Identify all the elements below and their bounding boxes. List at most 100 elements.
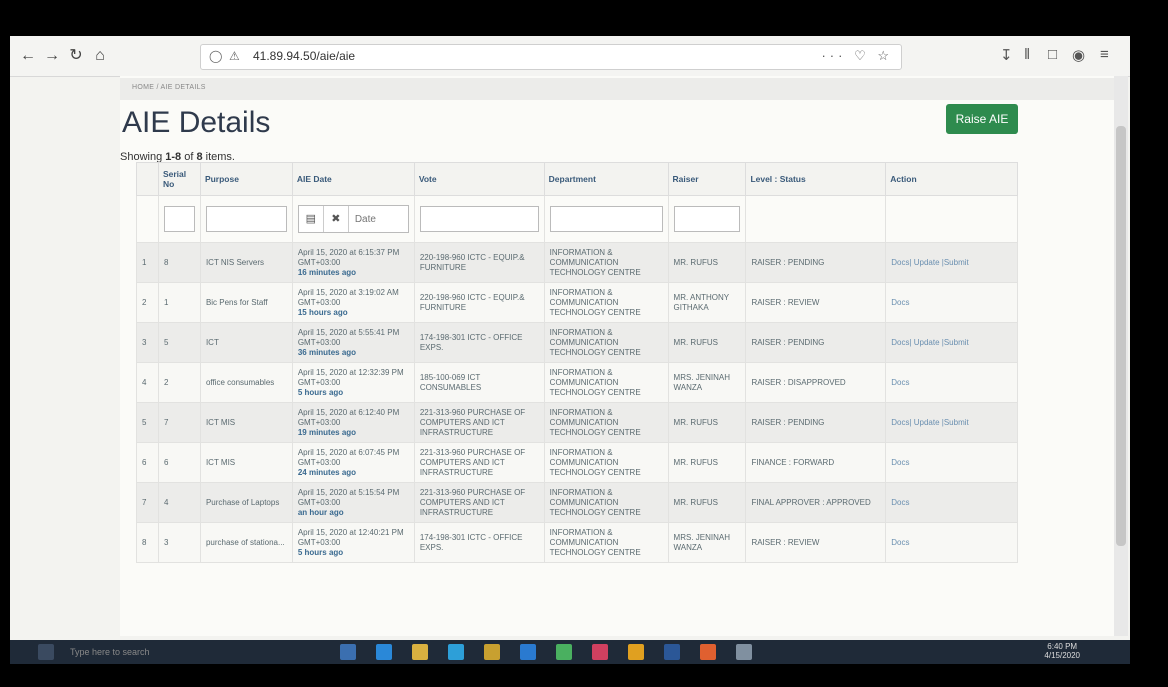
windows-start-icon[interactable] — [38, 644, 54, 660]
account-icon[interactable]: ◉ — [1072, 46, 1085, 64]
table-row: 2 1 Bic Pens for Staff April 15, 2020 at… — [136, 282, 1018, 323]
col-header-date[interactable]: AIE Date — [291, 162, 415, 196]
url-text[interactable]: 41.89.94.50/aie/aie — [253, 49, 355, 63]
status-cell: RAISER : REVIEW — [745, 282, 887, 323]
calendar-icon[interactable]: ▤ — [299, 206, 324, 232]
aie-table: Serial No Purpose AIE Date Vote Departme… — [136, 162, 1018, 563]
clear-icon[interactable]: ✖ — [324, 206, 349, 232]
menu-icon[interactable]: ≡ — [1100, 46, 1109, 63]
action-links[interactable]: Docs| Update |Submit — [885, 322, 1018, 363]
app-icon[interactable] — [592, 644, 608, 660]
vertical-scrollbar[interactable] — [1114, 76, 1128, 636]
header-row: Serial No Purpose AIE Date Vote Departme… — [136, 162, 1018, 196]
status-cell: RAISER : PENDING — [745, 322, 887, 363]
action-links[interactable]: Docs| Update |Submit — [885, 242, 1018, 283]
relative-time: an hour ago — [297, 507, 344, 517]
forward-icon[interactable]: → — [40, 44, 64, 68]
department-cell: INFORMATION & COMMUNICATION TECHNOLOGY C… — [543, 362, 669, 403]
date-cell: April 15, 2020 at 5:55:41 PM GMT+03:00 36… — [291, 322, 415, 363]
vote-cell: 221-313-960 PURCHASE OF COMPUTERS AND IC… — [413, 482, 545, 523]
serial-cell: 7 — [157, 402, 201, 443]
row-index: 1 — [136, 242, 159, 283]
col-header-raiser[interactable]: Raiser — [667, 162, 747, 196]
date-filter: ▤ ✖ — [297, 205, 409, 233]
filter-cell-empty — [745, 195, 887, 243]
filter-cell-empty — [885, 195, 1018, 243]
action-links[interactable]: Docs — [885, 522, 1018, 563]
vscode-icon[interactable] — [520, 644, 536, 660]
department-cell: INFORMATION & COMMUNICATION TECHNOLOGY C… — [543, 442, 669, 483]
action-links[interactable]: Docs — [885, 442, 1018, 483]
col-header-status[interactable]: Level : Status — [745, 162, 887, 196]
scrollbar-thumb[interactable] — [1116, 126, 1126, 546]
page-content: HOME / AIE DETAILS AIE Details Raise AIE… — [120, 76, 1120, 636]
breadcrumb[interactable]: HOME / AIE DETAILS — [132, 84, 206, 91]
purpose-cell: purchase of stationa... — [199, 522, 293, 563]
breadcrumb-bar: HOME / AIE DETAILS — [120, 78, 1120, 100]
taskbar-clock[interactable]: 6:40 PM 4/15/2020 — [1044, 642, 1080, 660]
windows-taskbar: Type here to search 6:40 PM 4/15/2020 — [10, 640, 1130, 664]
table-row: 7 4 Purchase of Laptops April 15, 2020 a… — [136, 482, 1018, 523]
vote-filter-input[interactable] — [419, 206, 539, 232]
photos-icon[interactable] — [736, 644, 752, 660]
insecure-lock-icon: ⚠ — [229, 49, 240, 63]
purpose-filter-input[interactable] — [205, 206, 287, 232]
taskbar-search[interactable]: Type here to search — [70, 647, 150, 657]
purpose-cell: Bic Pens for Staff — [199, 282, 293, 323]
home-icon[interactable]: ⌂ — [88, 44, 112, 68]
reload-icon[interactable]: ↻ — [64, 44, 88, 68]
app-icon[interactable] — [556, 644, 572, 660]
department-filter-input[interactable] — [549, 206, 663, 232]
firefox-icon[interactable] — [700, 644, 716, 660]
row-index: 4 — [136, 362, 159, 403]
app-icon[interactable] — [484, 644, 500, 660]
raiser-cell: MR. RUFUS — [667, 482, 747, 523]
chrome-icon[interactable] — [628, 644, 644, 660]
action-links[interactable]: Docs — [885, 282, 1018, 323]
raiser-cell: MR. RUFUS — [667, 442, 747, 483]
serial-filter-input[interactable] — [163, 206, 195, 232]
row-index: 5 — [136, 402, 159, 443]
department-cell: INFORMATION & COMMUNICATION TECHNOLOGY C… — [543, 522, 669, 563]
browser-window: ← → ↻ ⌂ ◯ ⚠ 41.89.94.50/aie/aie ··· ♡ ☆ … — [10, 36, 1130, 648]
action-links[interactable]: Docs — [885, 482, 1018, 523]
serial-cell: 4 — [157, 482, 201, 523]
raise-aie-button[interactable]: Raise AIE — [946, 104, 1018, 134]
col-header-vote[interactable]: Vote — [413, 162, 545, 196]
status-cell: RAISER : PENDING — [745, 402, 887, 443]
status-cell: RAISER : PENDING — [745, 242, 887, 283]
vote-cell: 174-198-301 ICTC - OFFICE EXPS. — [413, 522, 545, 563]
date-filter-input[interactable] — [348, 206, 407, 232]
table-row: 3 5 ICT April 15, 2020 at 5:55:41 PM GMT… — [136, 322, 1018, 363]
download-icon[interactable]: ↧ — [1000, 46, 1013, 64]
edge-icon[interactable] — [376, 644, 392, 660]
sidebar-icon[interactable]: □ — [1048, 46, 1057, 63]
library-icon[interactable]: ‖ — [1024, 46, 1030, 63]
task-view-icon[interactable] — [340, 644, 356, 660]
purpose-cell: ICT MIS — [199, 442, 293, 483]
action-links[interactable]: Docs — [885, 362, 1018, 403]
date-cell: April 15, 2020 at 12:32:39 PM GMT+03:00 5… — [291, 362, 415, 403]
word-icon[interactable] — [664, 644, 680, 660]
table-row: 1 8 ICT NIS Servers April 15, 2020 at 6:… — [136, 242, 1018, 283]
action-links[interactable]: Docs| Update |Submit — [885, 402, 1018, 443]
url-bar[interactable]: ◯ ⚠ 41.89.94.50/aie/aie ··· ♡ ☆ — [200, 44, 902, 70]
page-actions-icons[interactable]: ··· ♡ ☆ — [821, 48, 893, 64]
col-header-department[interactable]: Department — [543, 162, 669, 196]
purpose-cell: ICT — [199, 322, 293, 363]
serial-cell: 5 — [157, 322, 201, 363]
purpose-cell: office consumables — [199, 362, 293, 403]
file-explorer-icon[interactable] — [412, 644, 428, 660]
table-row: 6 6 ICT MIS April 15, 2020 at 6:07:45 PM… — [136, 442, 1018, 483]
browser-toolbar: ← → ↻ ⌂ ◯ ⚠ 41.89.94.50/aie/aie ··· ♡ ☆ … — [10, 36, 1130, 77]
back-icon[interactable]: ← — [16, 44, 40, 68]
relative-time: 5 hours ago — [297, 387, 344, 397]
col-header-serial[interactable]: Serial No — [157, 162, 201, 196]
vote-cell: 221-313-960 PURCHASE OF COMPUTERS AND IC… — [413, 402, 545, 443]
status-cell: RAISER : DISAPPROVED — [745, 362, 887, 403]
raiser-filter-input[interactable] — [673, 206, 741, 232]
col-header-purpose[interactable]: Purpose — [199, 162, 293, 196]
filter-cell-empty — [136, 195, 159, 243]
raiser-cell: MR. RUFUS — [667, 402, 747, 443]
store-icon[interactable] — [448, 644, 464, 660]
